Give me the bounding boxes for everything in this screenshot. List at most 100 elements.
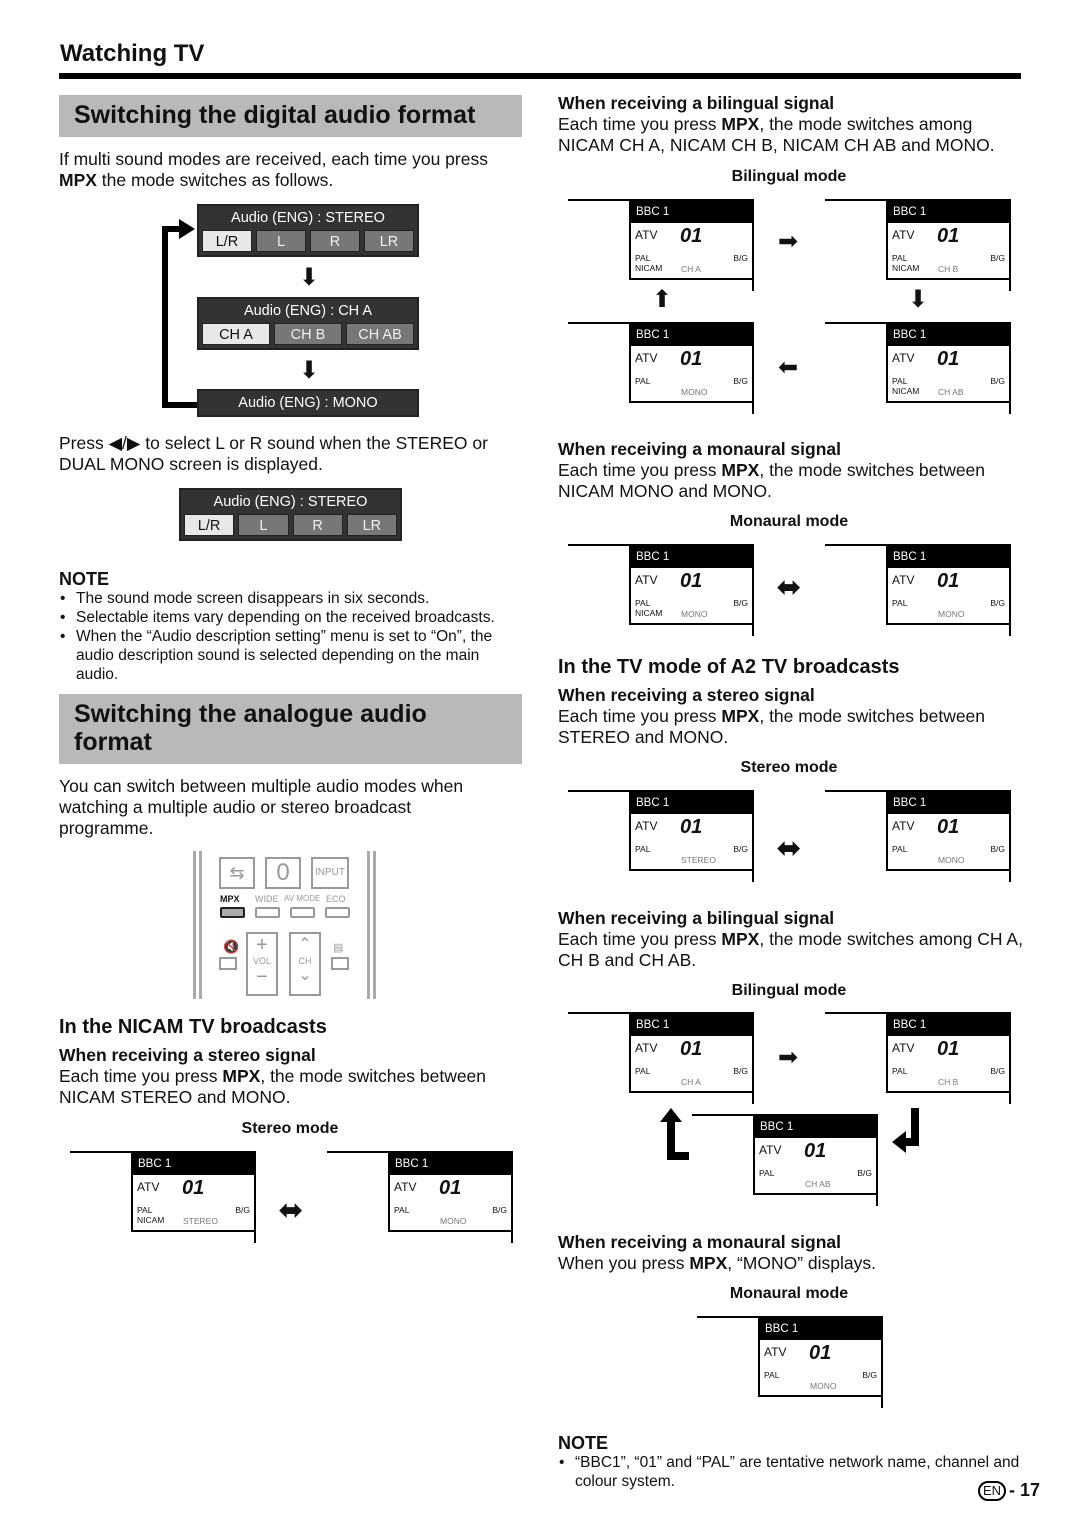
swap-icon: ⇆: [219, 857, 255, 889]
source-label: ATV: [892, 573, 915, 587]
screen-line: [568, 199, 630, 201]
arrow-left-icon: ⬅: [777, 354, 799, 381]
screen-box: BBC 1 ATV 01 PAL B/G MONO: [886, 544, 1011, 625]
note-item: “BBC1”, “01” and “PAL” are tentative net…: [558, 1453, 1023, 1491]
osd-option: LR: [346, 514, 397, 536]
osd-option: L: [238, 514, 289, 536]
arrow-down-icon: ⬇: [298, 264, 320, 291]
arrow-down-icon: ⬇: [298, 357, 320, 384]
text: Each time you press: [59, 1066, 223, 1086]
screen-line: [825, 790, 887, 792]
sound-band: B/G: [733, 844, 748, 854]
caption: Monaural mode: [729, 513, 849, 530]
colour-system: PAL: [635, 253, 651, 263]
note-heading: NOTE: [59, 569, 110, 589]
note-list: The sound mode screen disappears in six …: [59, 589, 524, 684]
channel-number: 01: [804, 1140, 827, 1162]
colour-system: PAL: [759, 1168, 775, 1178]
source-label: ATV: [892, 351, 915, 365]
a2-monaural-heading: When receiving a monaural signal: [558, 1232, 841, 1252]
arrow-right-icon: [179, 219, 195, 239]
screen-box: BBC 1 ATV 01 PAL B/G STEREO: [629, 790, 754, 871]
sound-band: B/G: [235, 1205, 250, 1215]
channel-name: BBC 1: [631, 201, 752, 223]
mute-button: [219, 957, 237, 970]
colour-system: PAL: [892, 598, 908, 608]
channel-name: BBC 1: [888, 324, 1009, 346]
colour-system: PAL: [892, 253, 908, 263]
osd-label: Audio (ENG) : CH A: [243, 303, 373, 319]
av-mode-button: [290, 907, 315, 918]
osd-option: CH B: [274, 323, 342, 345]
audio-mode: MONO: [810, 1381, 837, 1391]
audio-mode: STEREO: [681, 855, 716, 865]
osd-stereo: Audio (ENG) : STEREO L/R L R LR: [197, 204, 419, 257]
screen-line: [568, 544, 630, 546]
audio-mode: STEREO: [183, 1216, 218, 1226]
channel-name: BBC 1: [631, 546, 752, 568]
eco-label: ECO: [326, 894, 346, 904]
arrow-right-icon: ➡: [777, 1044, 799, 1071]
av-mode-label: AV MODE: [284, 894, 321, 903]
colour-system: PAL: [394, 1205, 410, 1215]
channel-name: BBC 1: [888, 1014, 1009, 1036]
osd-option: CH AB: [346, 323, 414, 345]
sound-band: B/G: [990, 844, 1005, 854]
osd-cha: Audio (ENG) : CH A CH A CH B CH AB: [197, 297, 419, 350]
double-arrow-icon: ⬌: [278, 1194, 304, 1227]
caption: Monaural mode: [729, 1285, 849, 1302]
tv-screen: BBC 1 ATV 01 PAL B/G NICAM CH AB: [825, 322, 1011, 414]
screen-box: BBC 1 ATV 01 PAL B/G NICAM CH A: [629, 199, 754, 280]
double-arrow-icon: ⬌: [776, 571, 802, 604]
audio-mode: CH B: [938, 1077, 959, 1087]
screen-box: BBC 1 ATV 01 PAL B/G NICAM CH AB: [886, 322, 1011, 403]
osd-option: L/R: [202, 230, 252, 252]
screen-box: BBC 1 ATV 01 PAL B/G NICAM CH B: [886, 199, 1011, 280]
screen-line: [825, 1012, 887, 1014]
ch-label: CH: [298, 956, 312, 966]
colour-system: PAL: [764, 1370, 780, 1380]
source-label: ATV: [137, 1180, 160, 1194]
source-label: ATV: [394, 1180, 417, 1194]
vol-label: VOL: [252, 956, 271, 966]
nicam-label: NICAM: [635, 608, 663, 618]
eco-button: [325, 907, 350, 918]
bold: MPX: [721, 460, 760, 480]
osd-option: R: [310, 230, 360, 252]
source-label: ATV: [764, 1345, 787, 1359]
sound-band: B/G: [862, 1370, 877, 1380]
tv-screen: BBC 1 ATV 01 PAL B/G NICAM CH A: [568, 199, 754, 291]
osd-option: L/R: [184, 514, 235, 536]
tv-screen: BBC 1 ATV 01 PAL B/G MONO: [825, 544, 1011, 636]
channel-number: 01: [937, 816, 960, 838]
audio-mode: CH AB: [805, 1179, 831, 1189]
screen-line: [692, 1114, 754, 1116]
language-badge: EN: [978, 1481, 1006, 1501]
note-item: Selectable items vary depending on the r…: [59, 608, 524, 627]
osd-mono: Audio (ENG) : MONO: [197, 389, 419, 417]
tv-screen: BBC 1 ATV 01 PAL B/G CH B: [825, 1012, 1011, 1104]
channel-name: BBC 1: [631, 792, 752, 814]
sound-band: B/G: [733, 1066, 748, 1076]
screen-box: BBC 1 ATV 01 PAL B/G MONO: [758, 1316, 883, 1397]
colour-system: PAL: [137, 1205, 153, 1215]
channel-number: 01: [680, 225, 703, 247]
osd-option: LR: [364, 230, 414, 252]
source-label: ATV: [892, 1041, 915, 1055]
screen-line: [697, 1316, 759, 1318]
page-title: Watching TV: [60, 40, 205, 67]
channel-name: BBC 1: [760, 1318, 881, 1340]
a2-bilingual-heading: When receiving a bilingual signal: [558, 908, 835, 928]
channel-name: BBC 1: [888, 546, 1009, 568]
arrow-up-icon: ⬆: [651, 286, 673, 313]
nicam-label: NICAM: [137, 1215, 165, 1225]
sound-band: B/G: [733, 598, 748, 608]
colour-system: PAL: [635, 844, 651, 854]
sound-band: B/G: [990, 1066, 1005, 1076]
osd-option: CH A: [202, 323, 270, 345]
tv-screen: BBC 1 ATV 01 PAL B/G MONO: [825, 790, 1011, 882]
remote-button-0: 0: [265, 857, 301, 889]
osd-option: R: [292, 514, 343, 536]
screen-box: BBC 1 ATV 01 PAL B/G MONO: [388, 1151, 513, 1232]
caption: Stereo mode: [740, 759, 838, 776]
